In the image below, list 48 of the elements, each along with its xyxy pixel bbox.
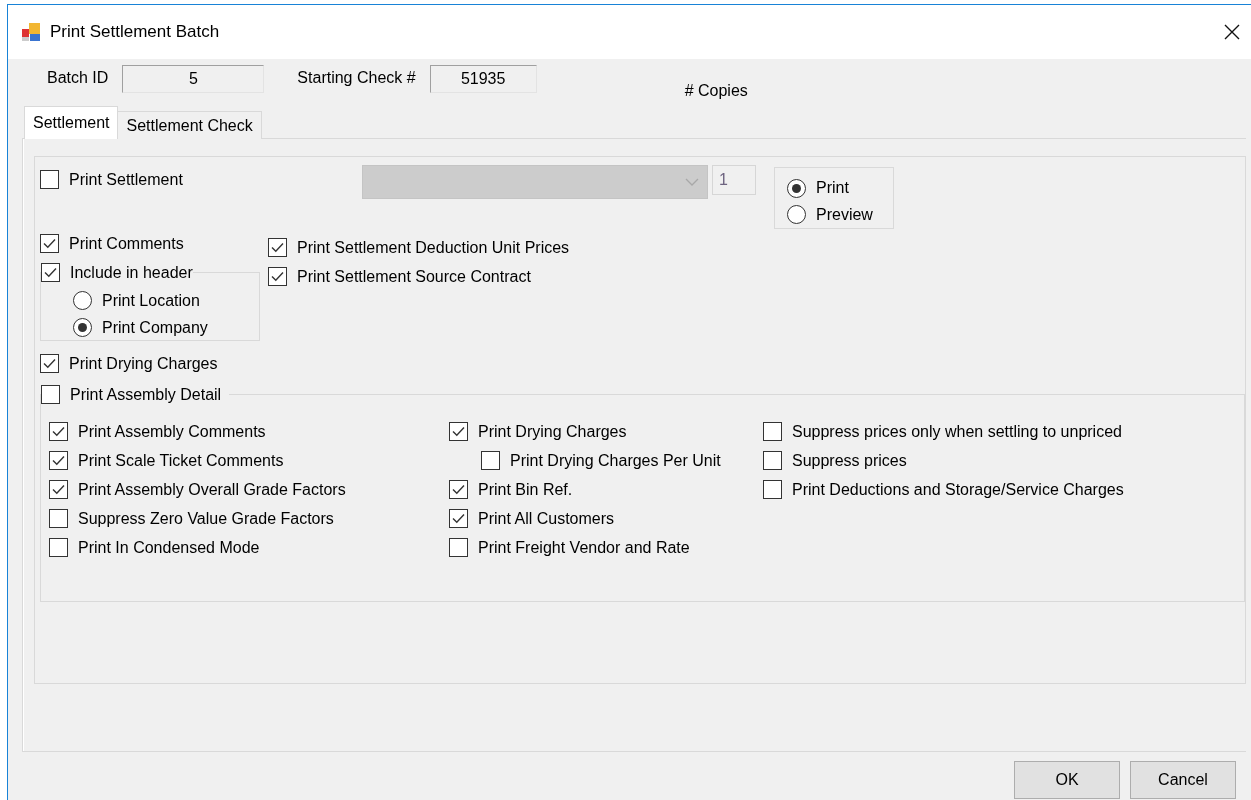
radio-button[interactable]: Print Location [73, 287, 259, 314]
field-label: Batch ID [47, 69, 109, 87]
checkbox[interactable]: Print Settlement Source Contract [268, 262, 570, 291]
tab[interactable]: Settlement Check [117, 111, 262, 139]
checkbox[interactable]: Print Settlement Deduction Unit Prices [268, 233, 570, 262]
checkbox[interactable]: Print Settlement [40, 165, 362, 194]
app-icon [21, 22, 41, 42]
checkbox[interactable]: Print Scale Ticket Comments [49, 446, 449, 475]
close-icon[interactable] [1223, 23, 1241, 41]
checkbox[interactable]: Print Comments [40, 229, 268, 258]
checkbox[interactable]: Suppress prices only when settling to unpriced [763, 417, 1244, 446]
checkbox[interactable]: Print Freight Vendor and Rate [449, 533, 763, 562]
checkbox[interactable]: Print In Condensed Mode [49, 533, 449, 562]
checkbox[interactable]: Print Assembly Overall Grade Factors [49, 475, 449, 504]
batch-id-field[interactable]: 5 [122, 65, 265, 93]
check-icon [44, 267, 57, 278]
check-icon [52, 426, 65, 437]
chevron-down-icon [685, 178, 699, 186]
checkbox[interactable]: Print Deductions and Storage/Service Charges [763, 475, 1244, 504]
radio-button[interactable]: Print [787, 175, 893, 202]
checkbox[interactable]: Print Assembly Comments [49, 417, 449, 446]
checkbox[interactable]: Print Drying Charges [40, 349, 268, 378]
check-icon [52, 455, 65, 466]
field-label: Starting Check # [297, 69, 416, 87]
checkbox[interactable]: Print Drying Charges [449, 417, 763, 446]
checkbox[interactable]: Print Assembly Detail [41, 380, 222, 409]
radio-button[interactable]: Print Company [73, 314, 259, 341]
checkbox[interactable]: Print All Customers [449, 504, 763, 533]
checkbox[interactable]: Include in header [41, 258, 193, 287]
check-icon [43, 358, 56, 369]
check-icon [452, 426, 465, 437]
ok-button[interactable]: OK [1014, 761, 1120, 799]
check-icon [271, 242, 284, 253]
window-title: Print Settlement Batch [50, 22, 221, 42]
checkbox[interactable]: Print Drying Charges Per Unit [481, 446, 763, 475]
tab[interactable]: Settlement [24, 106, 119, 139]
check-icon [452, 513, 465, 524]
copies-label: # Copies [684, 82, 748, 100]
radio-button[interactable]: Preview [787, 201, 893, 228]
check-icon [43, 238, 56, 249]
check-icon [52, 484, 65, 495]
checkbox[interactable]: Suppress prices [763, 446, 1244, 475]
cancel-button[interactable]: Cancel [1130, 761, 1236, 799]
check-icon [271, 271, 284, 282]
checkbox[interactable]: Suppress Zero Value Grade Factors [49, 504, 449, 533]
starting-check-field[interactable]: 51935 [429, 65, 537, 93]
checkbox[interactable]: Print Bin Ref. [449, 475, 763, 504]
check-icon [452, 484, 465, 495]
